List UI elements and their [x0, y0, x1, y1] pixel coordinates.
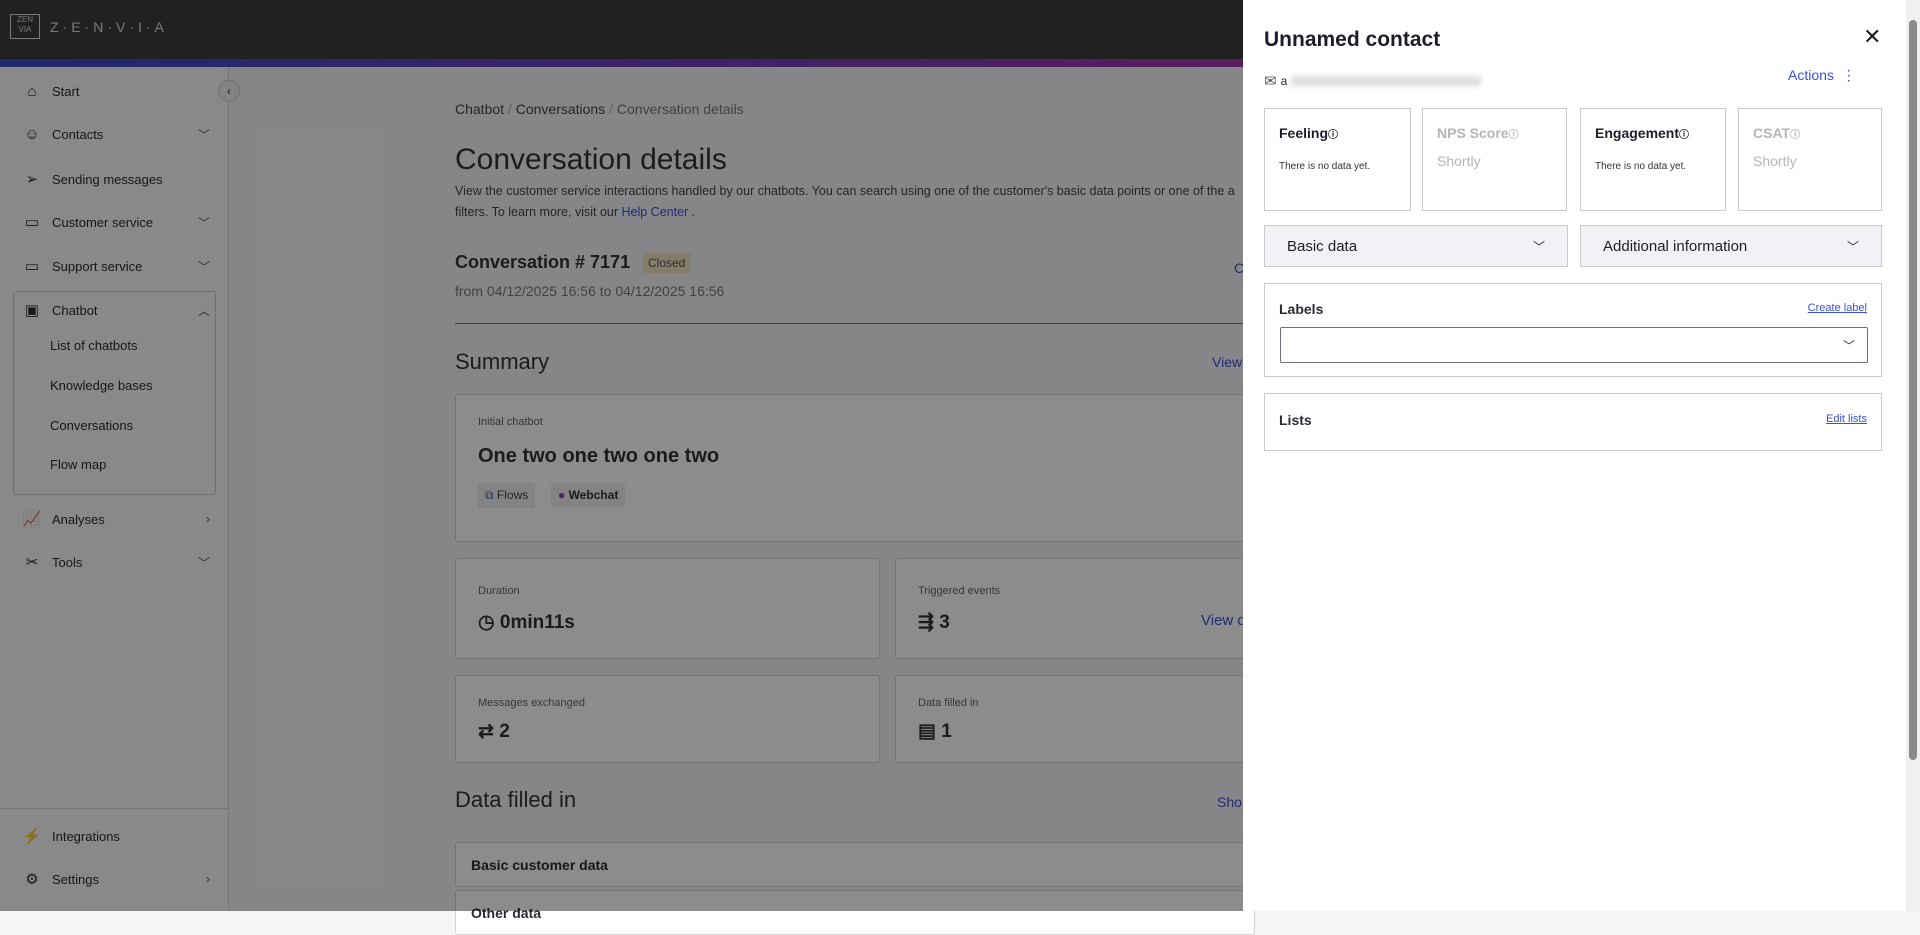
- edit-lists-link[interactable]: Edit lists: [1826, 413, 1867, 425]
- metric-nps-score: NPS Scoreⓘ Shortly: [1422, 108, 1567, 211]
- info-icon[interactable]: ⓘ: [1328, 130, 1338, 141]
- email-blurred: [1291, 76, 1482, 86]
- title-text: CSAT: [1753, 125, 1791, 141]
- title-text: Feeling: [1279, 125, 1329, 141]
- metric-engagement: Engagementⓘ There is no data yet.: [1580, 108, 1726, 211]
- metric-csat: CSATⓘ Shortly: [1738, 108, 1882, 211]
- dropdown-label: Additional information: [1603, 238, 1748, 255]
- contact-email: ✉ a: [1264, 72, 1482, 90]
- contact-panel: Unnamed contact ✕ ✉ a Actions ⋮ Feelingⓘ…: [1243, 0, 1920, 911]
- panel-title: Unnamed contact: [1264, 28, 1441, 51]
- metric-title: Engagementⓘ: [1595, 125, 1711, 141]
- modal-backdrop[interactable]: [0, 0, 1243, 911]
- create-label-link[interactable]: Create label: [1808, 302, 1867, 314]
- labels-section: Labels Create label ﹀: [1264, 283, 1882, 377]
- metric-feeling: Feelingⓘ There is no data yet.: [1264, 108, 1411, 211]
- info-icon[interactable]: ⓘ: [1790, 130, 1800, 141]
- basic-data-dropdown[interactable]: Basic data ﹀: [1264, 225, 1568, 267]
- metric-title: CSATⓘ: [1753, 125, 1867, 141]
- lists-title: Lists: [1279, 412, 1312, 428]
- metric-title: NPS Scoreⓘ: [1437, 125, 1552, 141]
- chevron-down-icon: ﹀: [1532, 240, 1545, 254]
- additional-information-dropdown[interactable]: Additional information ﹀: [1580, 225, 1882, 267]
- actions-button[interactable]: Actions ⋮: [1788, 67, 1856, 84]
- title-text: Engagement: [1595, 125, 1680, 141]
- close-icon[interactable]: ✕: [1863, 24, 1881, 50]
- info-icon[interactable]: ⓘ: [1509, 130, 1519, 141]
- scrollbar-thumb[interactable]: [1909, 20, 1917, 760]
- metric-title: Feelingⓘ: [1279, 125, 1396, 141]
- actions-label: Actions: [1788, 67, 1834, 83]
- metric-value: There is no data yet.: [1279, 161, 1371, 172]
- more-vertical-icon: ⋮: [1841, 67, 1856, 83]
- email-visible: a: [1280, 74, 1288, 88]
- title-text: NPS Score: [1437, 125, 1509, 141]
- metric-value: Shortly: [1437, 153, 1481, 169]
- dropdown-label: Basic data: [1287, 238, 1358, 255]
- labels-select[interactable]: ﹀: [1280, 327, 1868, 363]
- metric-value: Shortly: [1753, 153, 1797, 169]
- metric-value: There is no data yet.: [1595, 161, 1687, 172]
- chevron-down-icon: ﹀: [1842, 339, 1855, 353]
- labels-title: Labels: [1279, 301, 1324, 317]
- mail-icon: ✉: [1264, 73, 1277, 90]
- chevron-down-icon: ﹀: [1846, 240, 1859, 254]
- info-icon[interactable]: ⓘ: [1679, 130, 1689, 141]
- lists-section: Lists Edit lists: [1264, 393, 1882, 451]
